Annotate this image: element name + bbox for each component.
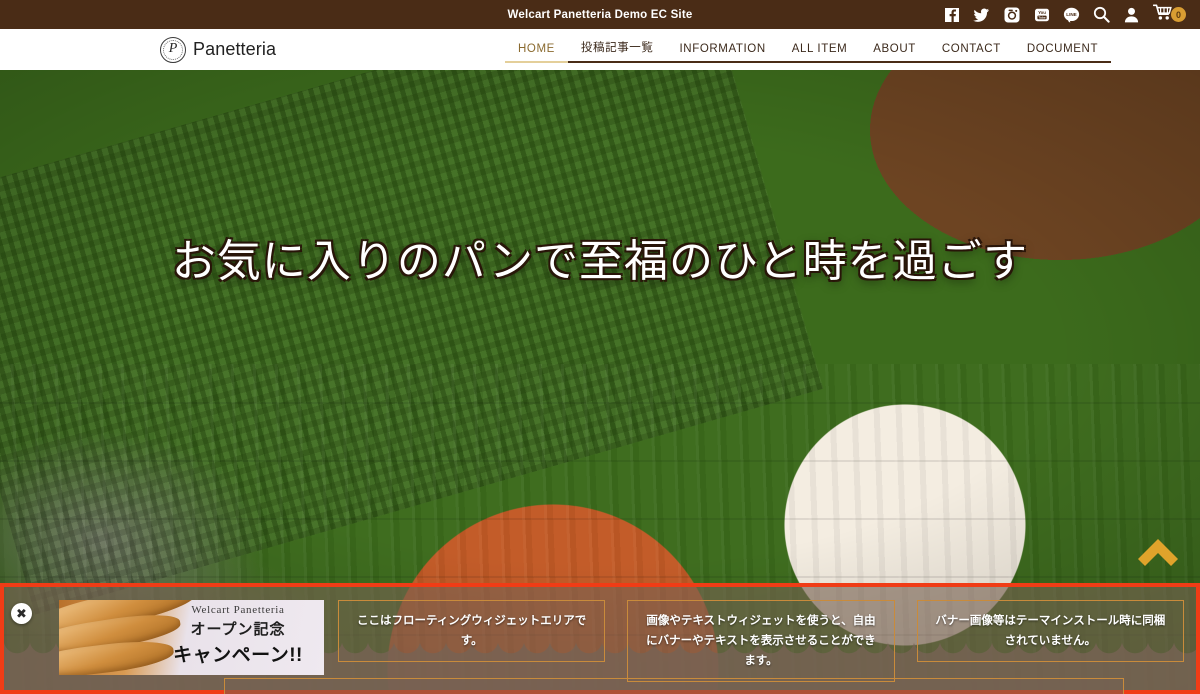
banner-text-block: Welcart Panetteria オープン記念 キャンペーン!! <box>158 604 318 667</box>
nav-underline <box>666 61 779 63</box>
user-icon[interactable] <box>1123 6 1140 23</box>
site-logo[interactable]: P Panetteria <box>160 36 277 63</box>
floating-widget-inner: ✖ Welcart Panetteria オープン記念 キャンペーン!! ここは… <box>4 587 1196 694</box>
banner-line-1: Welcart Panetteria <box>191 604 285 616</box>
search-icon[interactable] <box>1093 6 1110 23</box>
page-root: Welcart Panetteria Demo EC Site You Tube … <box>0 0 1200 694</box>
scroll-to-top-button[interactable] <box>1134 535 1182 569</box>
nav-label: INFORMATION <box>679 43 766 55</box>
nav-label: 投稿記事一覧 <box>580 42 654 54</box>
site-header: P Panetteria HOME 投稿記事一覧 INFORMATION ALL… <box>0 29 1200 70</box>
svg-text:Tube: Tube <box>1038 15 1045 19</box>
close-floating-widget-button[interactable]: ✖ <box>11 603 32 624</box>
twitter-icon[interactable] <box>973 6 990 23</box>
logo-monogram-letter: P <box>168 41 178 56</box>
youtube-icon[interactable]: You Tube <box>1033 6 1050 23</box>
text-widget-1: ここはフローティングウィジェットエリアです。 <box>338 600 606 663</box>
text-widget-2: 画像やテキストウィジェットを使うと、自由にバナーやテキストを表示させることができ… <box>627 600 895 683</box>
floating-widget-area: ✖ Welcart Panetteria オープン記念 キャンペーン!! ここは… <box>0 583 1200 694</box>
banner-line-2: オープン記念 <box>190 621 286 638</box>
site-tagline: Welcart Panetteria Demo EC Site <box>507 8 693 21</box>
line-icon[interactable]: LINE <box>1063 6 1080 23</box>
banner-line-3: キャンペーン!! <box>173 645 303 666</box>
chevron-up-icon <box>1138 539 1178 566</box>
logo-monogram-icon: P <box>160 36 186 63</box>
nav-item-contact[interactable]: CONTACT <box>928 43 1014 70</box>
nav-label: CONTACT <box>941 43 1001 55</box>
main-navigation: HOME 投稿記事一覧 INFORMATION ALL ITEM ABOUT C <box>505 29 1200 70</box>
nav-underline <box>1013 61 1112 63</box>
cart-button[interactable]: 0 <box>1152 4 1186 26</box>
facebook-icon[interactable] <box>943 6 960 23</box>
logo-wordmark: Panetteria <box>193 39 277 59</box>
nav-item-about[interactable]: ABOUT <box>860 43 929 70</box>
nav-underline <box>567 61 667 63</box>
svg-text:LINE: LINE <box>1066 12 1076 17</box>
hero-copy: お気に入りのパンで至福のひと時を過ごす <box>0 236 1200 289</box>
nav-underline <box>860 61 929 63</box>
nav-label: DOCUMENT <box>1026 43 1099 55</box>
nav-item-all-item[interactable]: ALL ITEM <box>778 43 861 70</box>
nav-underline <box>505 61 568 63</box>
nav-label: ABOUT <box>873 43 916 55</box>
nav-item-document[interactable]: DOCUMENT <box>1013 43 1112 70</box>
top-bar-icons: You Tube LINE 0 <box>943 0 1186 29</box>
text-widget-3: バナー画像等はテーマインストール時に同梱されていません。 <box>916 600 1184 663</box>
nav-item-information[interactable]: INFORMATION <box>666 43 779 70</box>
cart-count-badge: 0 <box>1171 7 1186 22</box>
campaign-banner-widget[interactable]: Welcart Panetteria オープン記念 キャンペーン!! <box>59 600 324 675</box>
nav-label: HOME <box>518 43 555 55</box>
nav-underline <box>928 61 1014 63</box>
nav-label: ALL ITEM <box>791 43 848 55</box>
hero-headline: お気に入りのパンで至福のひと時を過ごす <box>171 237 1029 286</box>
nav-underline <box>778 61 861 63</box>
top-bar: Welcart Panetteria Demo EC Site You Tube … <box>0 0 1200 29</box>
nav-item-home[interactable]: HOME <box>505 43 568 70</box>
widget-list: Welcart Panetteria オープン記念 キャンペーン!! ここはフロ… <box>59 600 1184 683</box>
nav-item-posts[interactable]: 投稿記事一覧 <box>567 39 667 70</box>
svg-text:You: You <box>1038 10 1046 15</box>
instagram-icon[interactable] <box>1003 6 1020 23</box>
